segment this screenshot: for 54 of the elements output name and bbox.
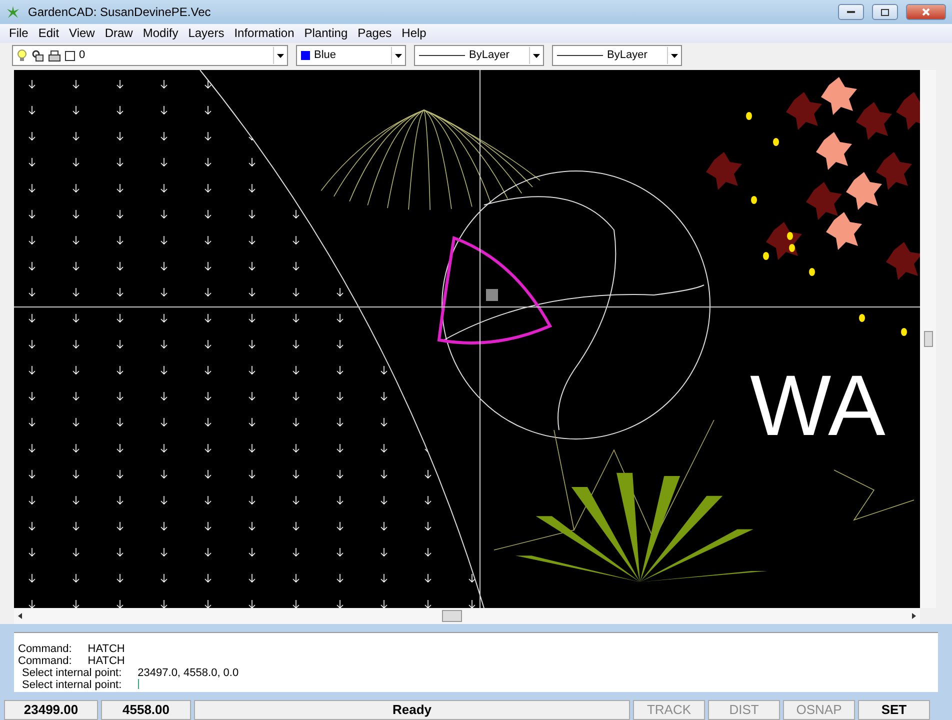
scroll-thumb-icon[interactable]: [442, 610, 462, 622]
leaf-logo-icon: [6, 5, 20, 19]
window-title: GardenCAD: SusanDevinePE.Vec: [28, 4, 211, 21]
menu-item[interactable]: File: [4, 24, 34, 43]
command-prompt: Command:: [18, 643, 72, 655]
dropdown-arrow-icon[interactable]: [533, 54, 540, 58]
command-value: HATCH: [88, 655, 125, 667]
horizontal-scrollbar[interactable]: [14, 608, 920, 624]
lineweight-dropdown[interactable]: ByLayer: [552, 45, 682, 66]
layer-dropdown[interactable]: 0: [12, 45, 288, 66]
drawing-text: WA: [750, 358, 886, 454]
y-coordinate: 4558.00: [101, 700, 191, 720]
scroll-left-icon[interactable]: [18, 613, 22, 619]
line-sample-icon: [419, 54, 465, 57]
menu-item[interactable]: Information: [229, 24, 300, 43]
menu-item[interactable]: Pages: [352, 24, 397, 43]
scroll-right-icon[interactable]: [912, 613, 916, 619]
command-prompt: Command:: [18, 655, 72, 667]
color-dropdown[interactable]: Blue: [296, 45, 406, 66]
close-icon[interactable]: [922, 8, 930, 16]
lock-icon[interactable]: [31, 49, 44, 62]
color-swatch-icon: [65, 50, 75, 60]
linetype-label: ByLayer: [469, 48, 510, 64]
minimize-button[interactable]: [838, 4, 864, 20]
linetype-label: ByLayer: [607, 48, 648, 64]
menu-item[interactable]: Edit: [33, 24, 64, 43]
restore-button[interactable]: [872, 4, 898, 20]
restore-icon[interactable]: [881, 8, 889, 16]
printer-icon[interactable]: [48, 50, 61, 62]
command-prompt: Select internal point:: [22, 667, 122, 679]
status-toggle[interactable]: SET: [858, 700, 930, 720]
text-cursor: [138, 679, 139, 689]
menu-item[interactable]: Layers: [183, 24, 230, 43]
dropdown-arrow-icon[interactable]: [277, 54, 284, 58]
status-message: Ready: [194, 700, 630, 720]
dropdown-arrow-icon[interactable]: [671, 54, 678, 58]
scroll-thumb-icon[interactable]: [924, 331, 932, 347]
menu-item[interactable]: Help: [396, 24, 432, 43]
command-prompt: Select internal point:: [22, 679, 122, 691]
menu-item[interactable]: Modify: [138, 24, 184, 43]
light-bulb-icon[interactable]: [17, 49, 27, 62]
command-value: 23497.0, 4558.0, 0.0: [138, 667, 239, 679]
line-sample-icon: [557, 54, 603, 57]
menu-item[interactable]: Draw: [100, 24, 138, 43]
layer-name: 0: [79, 48, 86, 64]
color-label: Blue: [314, 48, 336, 64]
x-coordinate: 23499.00: [4, 700, 98, 720]
menu-item[interactable]: Planting: [299, 24, 353, 43]
linetype-dropdown[interactable]: ByLayer: [414, 45, 544, 66]
command-value: HATCH: [88, 643, 125, 655]
menu-item[interactable]: View: [64, 24, 100, 43]
vertical-scrollbar[interactable]: [920, 70, 936, 608]
close-button[interactable]: [906, 4, 946, 20]
dropdown-arrow-icon[interactable]: [395, 54, 402, 58]
